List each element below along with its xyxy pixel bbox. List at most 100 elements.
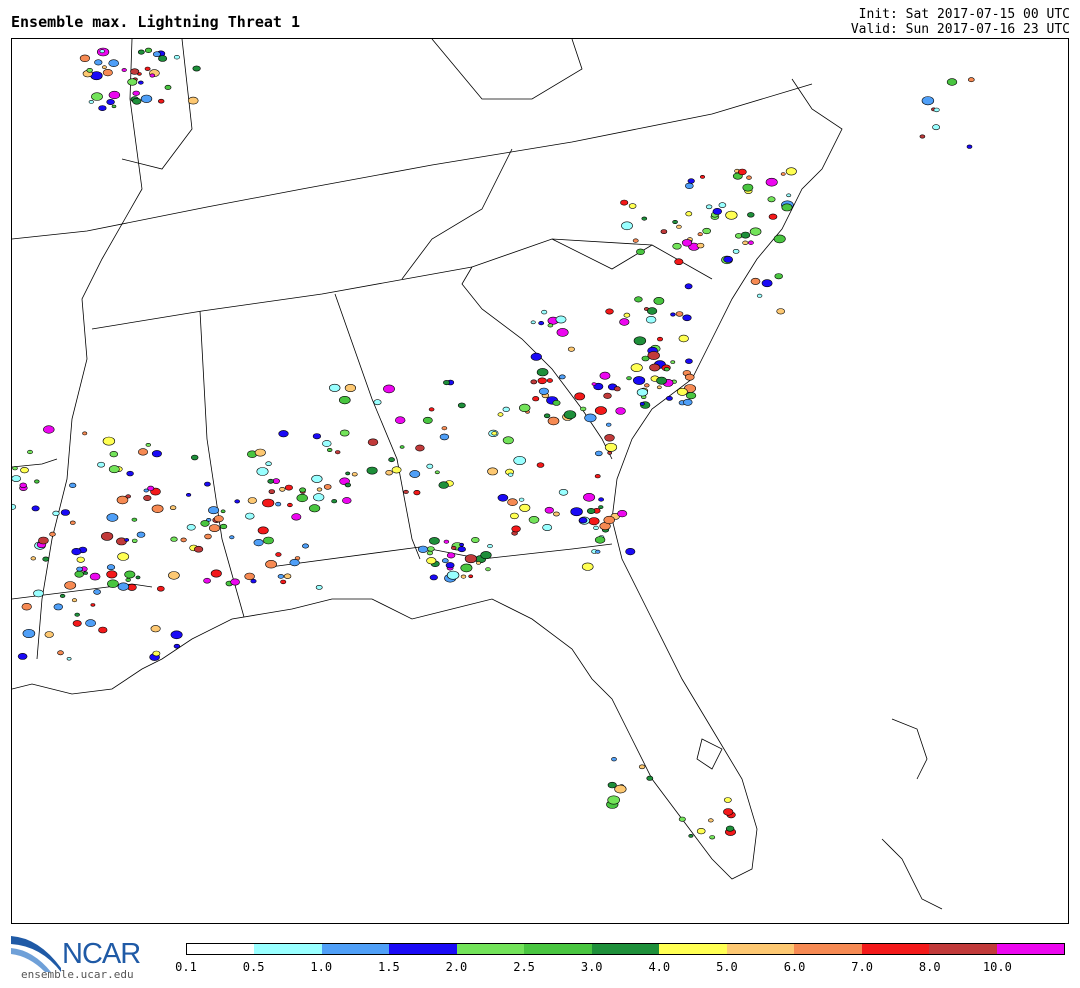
lightning-cell bbox=[130, 68, 140, 75]
lightning-cell bbox=[30, 556, 36, 561]
lightning-cell bbox=[94, 59, 103, 66]
lightning-cell bbox=[742, 183, 754, 192]
lightning-cell bbox=[313, 493, 325, 502]
lightning-cell bbox=[301, 543, 309, 549]
lightning-cell bbox=[509, 512, 519, 520]
lightning-cell bbox=[626, 376, 632, 381]
lightning-cell bbox=[152, 51, 161, 57]
lightning-cell bbox=[284, 484, 293, 491]
colorbar-tick-label: 6.0 bbox=[783, 960, 806, 974]
lightning-cell bbox=[684, 283, 693, 290]
lightning-cell bbox=[558, 488, 569, 496]
lightning-cell bbox=[737, 168, 747, 176]
lightning-cell bbox=[186, 524, 196, 531]
state-line-tn-nc bbox=[471, 238, 653, 268]
colorbar-tick-label: 4.0 bbox=[648, 960, 671, 974]
lightning-cell bbox=[403, 489, 409, 494]
lightning-cell bbox=[64, 581, 77, 590]
lightning-cell bbox=[699, 174, 705, 179]
colorbar-segment bbox=[659, 944, 727, 954]
lightning-cell bbox=[946, 78, 958, 86]
lightning-cell bbox=[556, 328, 569, 337]
lightning-cell bbox=[143, 494, 152, 501]
colorbar-tick-label: 0.1 bbox=[175, 960, 197, 974]
lightning-cells bbox=[12, 47, 975, 840]
lightning-cell bbox=[388, 457, 395, 463]
lightning-cell bbox=[723, 255, 733, 263]
lightning-cell bbox=[765, 177, 778, 187]
lightning-cell bbox=[391, 466, 402, 474]
lightning-cell bbox=[74, 612, 80, 617]
lightning-cell bbox=[100, 531, 114, 541]
lightning-cell bbox=[676, 387, 688, 396]
lightning-cell bbox=[106, 570, 118, 579]
state-line-ms-al bbox=[199, 310, 245, 618]
lightning-cell bbox=[426, 550, 434, 556]
lightning-cell bbox=[79, 54, 90, 62]
colorbar-segment bbox=[389, 944, 457, 954]
lightning-cell bbox=[684, 182, 694, 189]
lightning-cell bbox=[603, 392, 612, 399]
lightning-cell bbox=[457, 546, 466, 553]
lightning-cell bbox=[265, 559, 277, 569]
lightning-cell bbox=[210, 569, 222, 578]
lightning-cell bbox=[417, 545, 429, 553]
lightning-cell bbox=[88, 100, 94, 104]
lightning-cell bbox=[666, 395, 673, 401]
lightning-cell bbox=[43, 425, 55, 434]
lightning-cell bbox=[428, 537, 440, 545]
lightning-cell bbox=[131, 517, 138, 522]
lightning-cell bbox=[563, 410, 577, 420]
colorbar-segment bbox=[456, 944, 525, 954]
lightning-cell bbox=[117, 552, 130, 561]
lightning-cell bbox=[21, 602, 32, 611]
ncar-logo-text: NCAR bbox=[62, 938, 141, 970]
lightning-cell bbox=[204, 481, 211, 487]
lightning-cell bbox=[684, 373, 695, 381]
lightning-cell bbox=[344, 383, 357, 392]
lightning-cell bbox=[31, 505, 40, 512]
lightning-cell bbox=[656, 376, 667, 385]
lightning-cell bbox=[613, 386, 621, 392]
lightning-cell bbox=[555, 315, 567, 324]
lightning-cell bbox=[497, 412, 504, 417]
lightning-cell bbox=[748, 240, 754, 245]
lightning-cell bbox=[611, 757, 617, 762]
lightning-cell bbox=[173, 643, 181, 649]
lightning-cell bbox=[200, 520, 210, 527]
lightning-cell bbox=[632, 376, 646, 385]
lightning-cell bbox=[773, 234, 786, 244]
colorbar-tick-label: 10.0 bbox=[982, 960, 1012, 974]
lightning-cell bbox=[89, 572, 101, 581]
lightning-cell bbox=[383, 384, 395, 394]
lightning-cell bbox=[124, 538, 130, 542]
lightning-cell bbox=[546, 378, 553, 383]
colorbar-tick-label: 1.0 bbox=[310, 960, 333, 974]
lightning-cell bbox=[513, 455, 527, 465]
lightning-cell bbox=[323, 484, 332, 490]
lightning-cell bbox=[921, 96, 935, 106]
lightning-cell bbox=[445, 562, 455, 569]
lightning-cell bbox=[634, 296, 643, 303]
lightning-cell bbox=[194, 545, 204, 553]
lightning-cell bbox=[312, 433, 322, 440]
island-bahamas bbox=[891, 718, 928, 780]
state-line-ms-la bbox=[12, 458, 58, 468]
lightning-cell bbox=[607, 795, 621, 805]
lightning-cell bbox=[279, 486, 286, 492]
lightning-cell bbox=[309, 504, 321, 513]
lightning-cell bbox=[327, 447, 333, 452]
lightning-cell bbox=[144, 66, 151, 71]
lightning-cell bbox=[27, 449, 33, 455]
lightning-cell bbox=[591, 382, 597, 386]
lightning-cell bbox=[723, 797, 732, 803]
lightning-cell bbox=[98, 626, 108, 634]
map-title: Ensemble max. Lightning Threat 1 bbox=[11, 13, 300, 31]
lightning-cell bbox=[476, 561, 481, 565]
lightning-cell bbox=[426, 546, 435, 552]
lightning-cell bbox=[57, 650, 64, 656]
lightning-cell bbox=[74, 570, 84, 578]
lightning-cell bbox=[603, 515, 615, 525]
lightning-cell bbox=[644, 383, 650, 388]
lightning-cell bbox=[605, 308, 614, 315]
